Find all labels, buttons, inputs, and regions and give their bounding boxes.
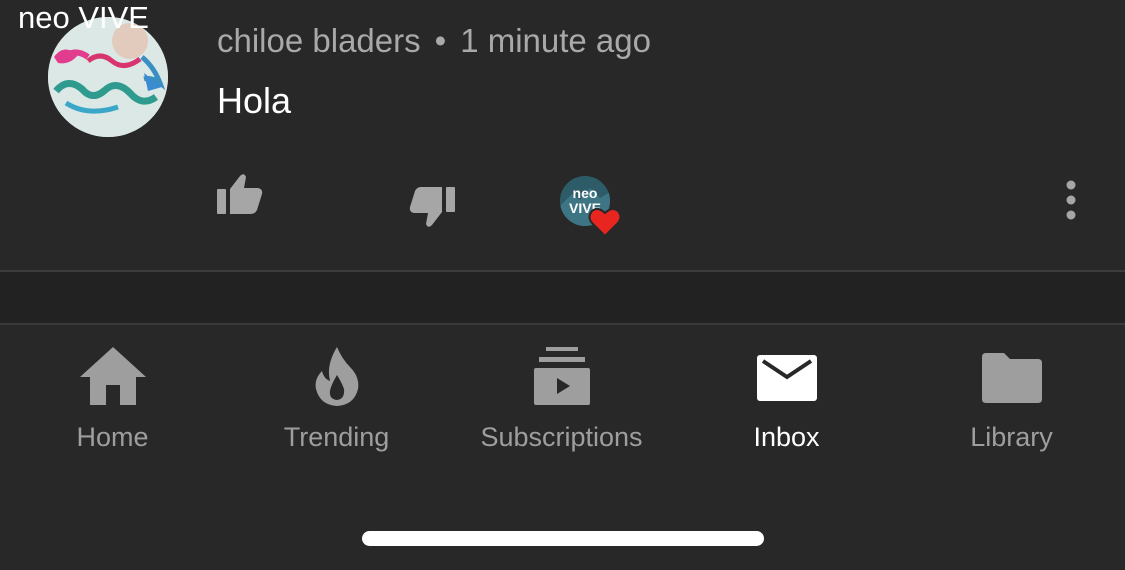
more-vert-icon — [1066, 180, 1076, 220]
nav-item-inbox[interactable]: Inbox — [674, 345, 899, 465]
creator-heart-badge[interactable]: neo VIVE — [560, 176, 622, 238]
mail-icon — [756, 355, 817, 401]
heart-icon — [588, 207, 622, 238]
comment-author[interactable]: chiloe bladers — [217, 22, 421, 59]
comment-meta: chiloe bladers • 1 minute ago — [217, 22, 651, 60]
screen: neo VIVE chiloe bladers • 1 minute ago Hol… — [0, 0, 1125, 570]
nav-item-home[interactable]: Home — [0, 345, 225, 465]
nav-item-subscriptions[interactable]: Subscriptions — [449, 345, 674, 465]
thumb-down-icon — [409, 187, 455, 227]
comment-timestamp: 1 minute ago — [460, 22, 651, 59]
folder-icon — [981, 353, 1042, 403]
nav-label-trending: Trending — [283, 422, 390, 452]
dislike-button[interactable] — [408, 185, 456, 229]
meta-separator: • — [434, 22, 447, 59]
nav-item-trending[interactable]: Trending — [224, 345, 449, 465]
flame-icon — [315, 347, 358, 406]
section-gap — [0, 272, 1125, 324]
overlay-label: neo VIVE — [18, 0, 149, 35]
comment-options-button[interactable] — [1056, 178, 1086, 222]
nav-label-library: Library — [970, 422, 1053, 452]
subscriptions-icon — [533, 347, 590, 405]
nav-item-library[interactable]: Library — [899, 345, 1124, 465]
thumb-up-icon — [217, 174, 263, 214]
home-indicator[interactable] — [362, 531, 764, 546]
nav-label-home: Home — [76, 422, 149, 452]
like-button[interactable] — [216, 172, 264, 216]
nav-label-inbox: Inbox — [753, 422, 820, 452]
nav-label-subscriptions: Subscriptions — [480, 422, 643, 452]
comment-item: chiloe bladers • 1 minute ago Hola neo VIV… — [0, 0, 1125, 270]
home-icon — [79, 347, 146, 405]
comment-text: Hola — [217, 80, 292, 121]
